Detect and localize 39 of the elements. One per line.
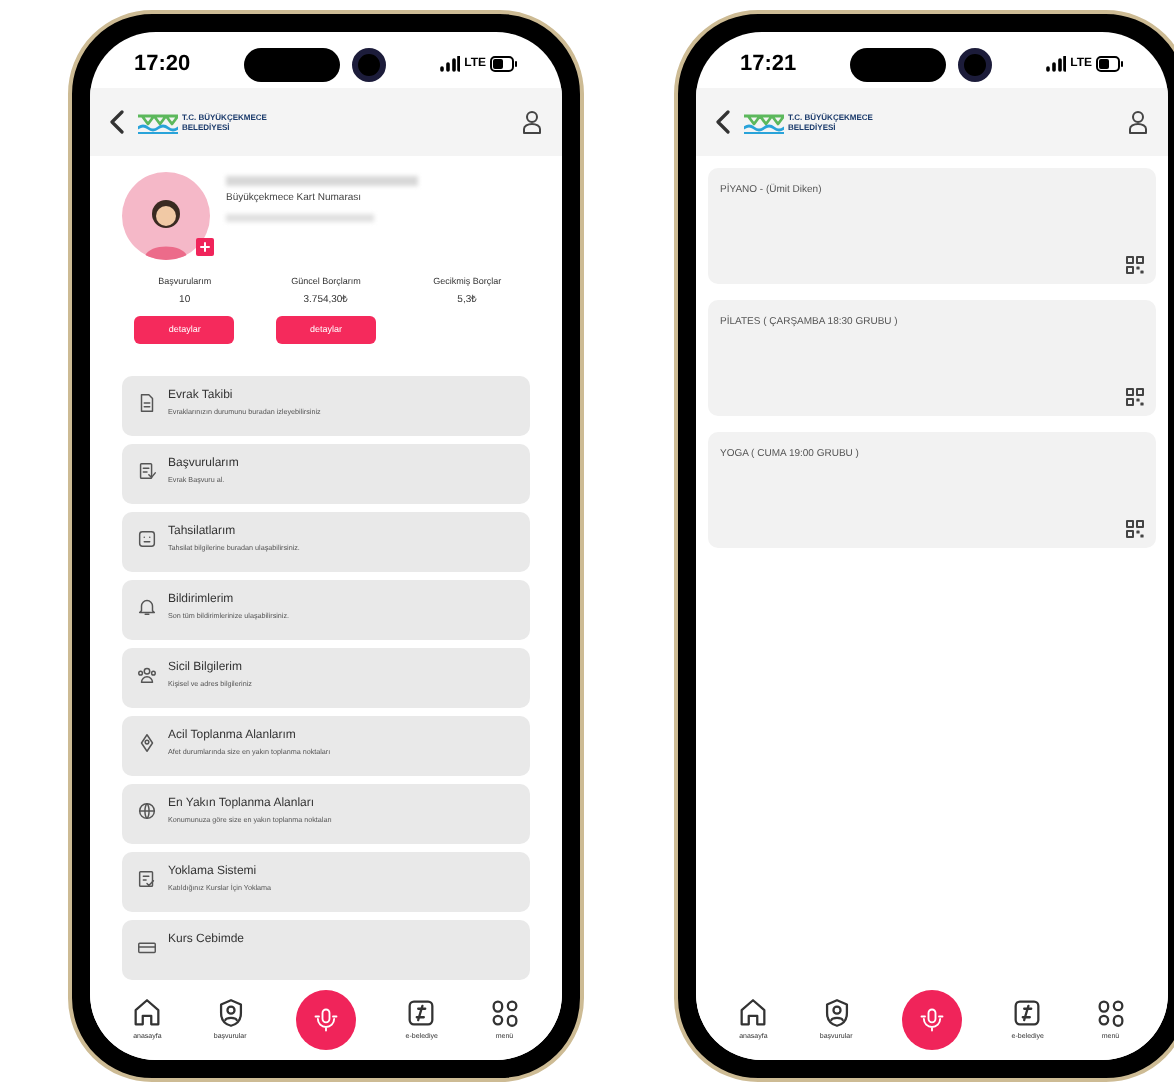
location-pin-icon <box>136 732 158 755</box>
checklist-icon <box>136 868 158 891</box>
camera-lens <box>352 47 387 81</box>
back-icon <box>110 110 126 134</box>
municipality-logo-icon <box>138 111 178 133</box>
dynamic-island <box>850 47 947 81</box>
document-icon <box>136 392 158 415</box>
battery-icon <box>490 56 518 72</box>
home-icon <box>736 996 771 1031</box>
municipality-logo-icon <box>744 111 784 133</box>
qr-code-icon <box>1126 256 1144 274</box>
back-icon <box>716 110 732 134</box>
home-icon <box>130 996 165 1031</box>
people-icon <box>136 664 158 687</box>
grid-card-icon <box>136 528 158 551</box>
microphone-icon <box>311 1006 340 1034</box>
qr-code-icon <box>1126 520 1144 538</box>
signal-icon <box>440 56 461 72</box>
signal-icon <box>1046 56 1067 72</box>
qr-code-icon <box>1126 388 1144 406</box>
microphone-icon <box>917 1006 946 1034</box>
edit-photo-button[interactable] <box>196 238 214 256</box>
apps-icon <box>487 996 522 1031</box>
camera-lens <box>958 47 993 81</box>
dynamic-island <box>244 47 341 81</box>
plus-icon <box>200 242 210 252</box>
battery-icon <box>1096 56 1124 72</box>
document-square-icon <box>404 996 439 1031</box>
user-icon <box>522 110 542 134</box>
globe-icon <box>136 800 158 823</box>
status-time: 17:21 <box>740 49 797 80</box>
bell-icon <box>136 596 158 619</box>
microphone-button[interactable] <box>901 990 962 1050</box>
apps-icon <box>1093 996 1128 1031</box>
clipboard-icon <box>136 460 158 483</box>
document-square-icon <box>1010 996 1045 1031</box>
user-icon <box>1128 110 1148 134</box>
status-time: 17:20 <box>134 49 191 80</box>
microphone-button[interactable] <box>295 990 356 1050</box>
